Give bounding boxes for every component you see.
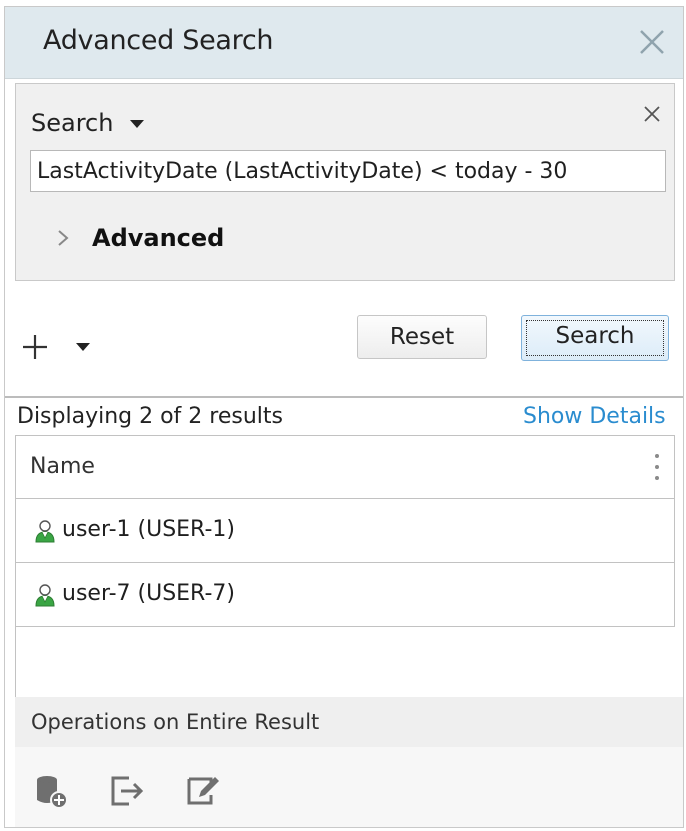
database-add-icon[interactable] bbox=[33, 773, 69, 809]
table-row[interactable]: user-7 (USER-7) bbox=[16, 563, 675, 627]
export-icon[interactable] bbox=[109, 773, 145, 809]
table-header: Name bbox=[16, 435, 675, 499]
search-button-label: Search bbox=[555, 323, 635, 349]
show-details-link[interactable]: Show Details bbox=[523, 404, 666, 429]
add-dropdown-icon[interactable] bbox=[76, 343, 90, 351]
search-type-label[interactable]: Search bbox=[31, 109, 113, 137]
column-header-name[interactable]: Name bbox=[30, 454, 95, 479]
row-label: user-7 (USER-7) bbox=[62, 581, 235, 606]
chevron-right-icon bbox=[58, 230, 69, 246]
search-type-dropdown-icon[interactable] bbox=[130, 120, 144, 128]
column-menu-icon[interactable] bbox=[654, 454, 660, 482]
results-table: Name user-1 (USER-1) user-7 (USER-7) bbox=[15, 435, 675, 699]
panel-title: Advanced Search bbox=[43, 25, 274, 56]
operations-toolbar bbox=[15, 747, 683, 827]
search-criteria-box: Search Advanced bbox=[15, 83, 675, 281]
search-button[interactable]: Search bbox=[521, 315, 669, 361]
remove-criteria-icon[interactable] bbox=[640, 102, 664, 126]
user-icon bbox=[35, 584, 55, 607]
user-icon bbox=[35, 520, 55, 543]
plus-icon[interactable] bbox=[21, 333, 49, 361]
section-divider bbox=[5, 396, 683, 398]
operations-title: Operations on Entire Result bbox=[31, 710, 320, 734]
reset-button[interactable]: Reset bbox=[357, 315, 487, 359]
title-bar: Advanced Search bbox=[5, 7, 683, 79]
edit-icon[interactable] bbox=[185, 773, 221, 809]
search-query-input[interactable] bbox=[30, 150, 666, 192]
operations-header: Operations on Entire Result bbox=[15, 697, 683, 747]
advanced-search-panel: Advanced Search Search Advanced Reset Se… bbox=[4, 6, 684, 828]
table-row[interactable]: user-1 (USER-1) bbox=[16, 499, 675, 563]
close-icon[interactable] bbox=[635, 25, 669, 59]
results-count: Displaying 2 of 2 results bbox=[17, 404, 283, 429]
row-label: user-1 (USER-1) bbox=[62, 517, 235, 542]
advanced-label: Advanced bbox=[92, 224, 225, 252]
